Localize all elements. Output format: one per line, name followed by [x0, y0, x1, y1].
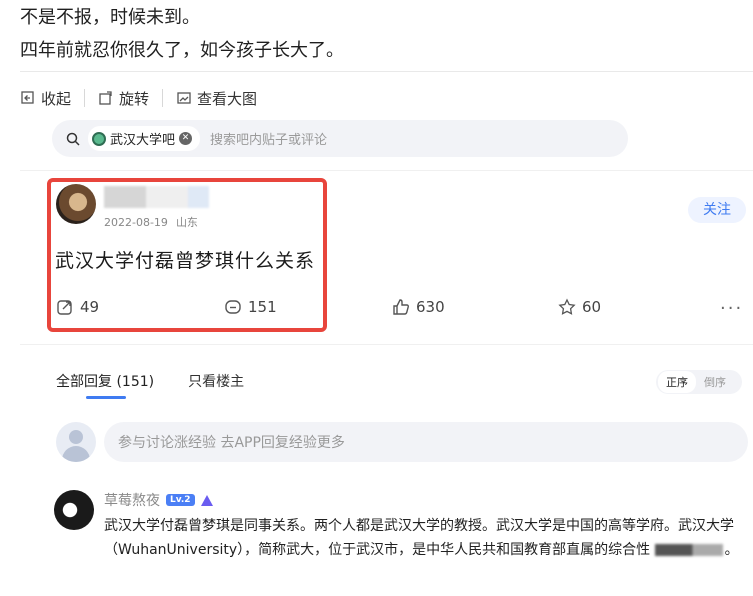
active-tab-indicator — [86, 396, 126, 399]
comment-text: 武汉大学付磊曾梦琪是同事关系。两个人都是武汉大学的教授。武汉大学是中国的高等学府… — [104, 518, 734, 558]
forum-name: 武汉大学吧 — [110, 133, 176, 148]
rotate-icon — [99, 91, 112, 105]
thumbs-up-icon — [393, 299, 409, 315]
divider — [20, 170, 753, 171]
collapse-icon — [21, 91, 34, 104]
commenter-avatar[interactable] — [54, 490, 94, 530]
redacted-text — [654, 544, 723, 556]
tab-all-replies[interactable]: 全部回复 (151) — [56, 371, 154, 391]
comment-tail: 。 — [724, 542, 739, 558]
caption-line-2: 四年前就忍你很久了，如今孩子长大了。 — [20, 40, 344, 61]
collapse-label: 收起 — [41, 89, 72, 108]
favorite-button[interactable]: 60 — [558, 298, 601, 316]
toolbar-separator — [162, 89, 164, 107]
collapse-button[interactable]: 收起 — [20, 88, 71, 109]
post-screenshot: 武汉大学吧 ✕ 搜索吧内贴子或评论 2022-08-19 山东 关注 武汉大学付磊… — [20, 116, 753, 596]
level-badge: Lv.2 — [166, 494, 195, 506]
star-icon — [558, 298, 576, 315]
favorite-count: 60 — [582, 298, 602, 316]
search-placeholder: 搜索吧内贴子或评论 — [210, 133, 328, 148]
user-avatar — [56, 422, 96, 462]
highlight-box — [47, 178, 327, 332]
view-large-label: 查看大图 — [197, 89, 258, 108]
tab-author-only[interactable]: 只看楼主 — [188, 371, 244, 391]
sort-order-toggle[interactable]: 正序 倒序 — [656, 370, 742, 394]
image-toolbar: 收起 旋转 查看大图 — [20, 84, 257, 112]
divider — [20, 71, 753, 72]
toolbar-separator — [84, 89, 86, 107]
comment-body: 武汉大学付磊曾梦琪是同事关系。两个人都是武汉大学的教授。武汉大学是中国的高等学府… — [104, 514, 744, 562]
forum-search-bar[interactable]: 武汉大学吧 ✕ 搜索吧内贴子或评论 — [52, 120, 628, 157]
commenter-name[interactable]: 草莓熬夜 — [104, 490, 160, 510]
commenter-info: 草莓熬夜 Lv.2 — [104, 490, 213, 510]
like-count: 630 — [416, 298, 445, 316]
rotate-button[interactable]: 旋转 — [98, 88, 149, 109]
reply-input[interactable]: 参与讨论涨经验 去APP回复经验更多 — [104, 422, 748, 462]
view-large-button[interactable]: 查看大图 — [176, 88, 257, 109]
close-icon[interactable]: ✕ — [179, 132, 193, 145]
forum-logo-icon — [92, 131, 106, 146]
forum-chip[interactable]: 武汉大学吧 ✕ — [88, 126, 201, 151]
divider — [20, 344, 753, 345]
like-button[interactable]: 630 — [392, 298, 445, 316]
rank-icon — [200, 494, 213, 506]
order-desc[interactable]: 倒序 — [696, 371, 734, 393]
rotate-label: 旋转 — [119, 89, 150, 108]
follow-button[interactable]: 关注 — [688, 197, 746, 223]
search-icon — [66, 132, 80, 146]
reply-tabs: 全部回复 (151) 只看楼主 — [56, 371, 244, 391]
order-asc[interactable]: 正序 — [658, 371, 696, 393]
image-icon — [177, 92, 191, 104]
more-icon[interactable]: ··· — [720, 298, 743, 319]
caption-line-1: 不是不报，时候未到。 — [20, 7, 200, 28]
